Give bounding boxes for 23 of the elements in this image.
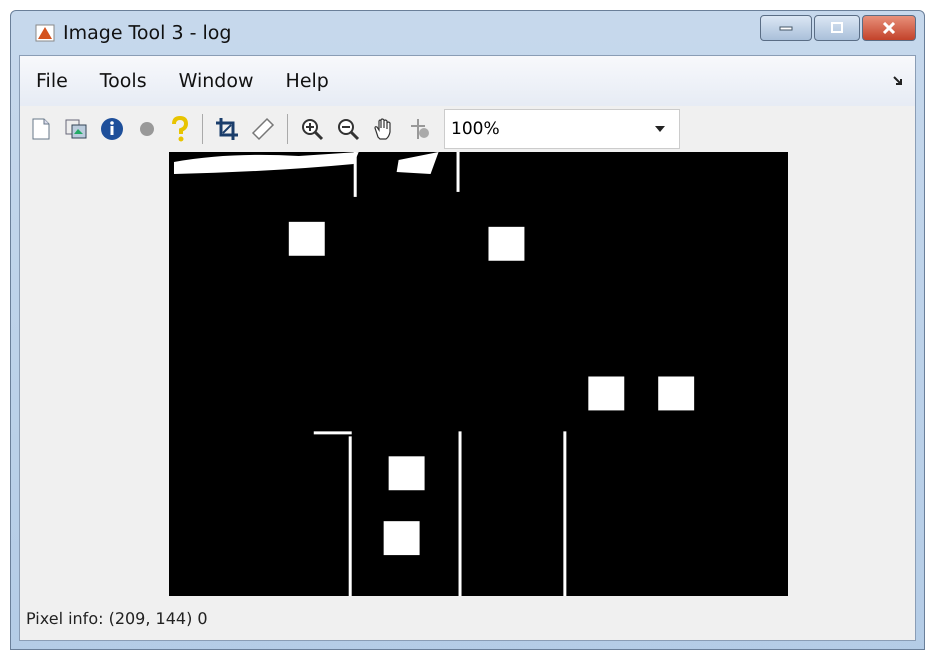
ruler-icon[interactable]	[251, 117, 275, 141]
menu-item[interactable]: Help	[286, 70, 329, 92]
export-icon[interactable]	[64, 117, 88, 141]
menu-item[interactable]: Tools	[100, 70, 147, 92]
zoom-in-icon[interactable]	[300, 117, 324, 141]
app-icon	[35, 24, 55, 42]
close-icon	[882, 22, 896, 34]
status-text: Pixel info: (209, 144) 0	[25, 608, 209, 630]
maximize-icon	[830, 22, 844, 34]
minimize-icon	[779, 25, 793, 31]
dock-arrow-icon[interactable]	[893, 76, 903, 86]
zoom-dropdown[interactable]: 100%	[444, 109, 680, 149]
crop-icon[interactable]	[215, 117, 239, 141]
window-title: Image Tool 3 - log	[63, 22, 232, 44]
caret-icon	[655, 126, 665, 132]
menu-item[interactable]: Window	[178, 70, 254, 92]
new-document-icon[interactable]	[30, 117, 52, 141]
minimize-button[interactable]	[760, 15, 812, 41]
close-button[interactable]	[862, 15, 916, 41]
maximize-button[interactable]	[814, 15, 860, 41]
zoom-out-icon[interactable]	[336, 117, 360, 141]
info-icon[interactable]	[100, 117, 124, 141]
menu-item[interactable]: File	[36, 70, 68, 92]
